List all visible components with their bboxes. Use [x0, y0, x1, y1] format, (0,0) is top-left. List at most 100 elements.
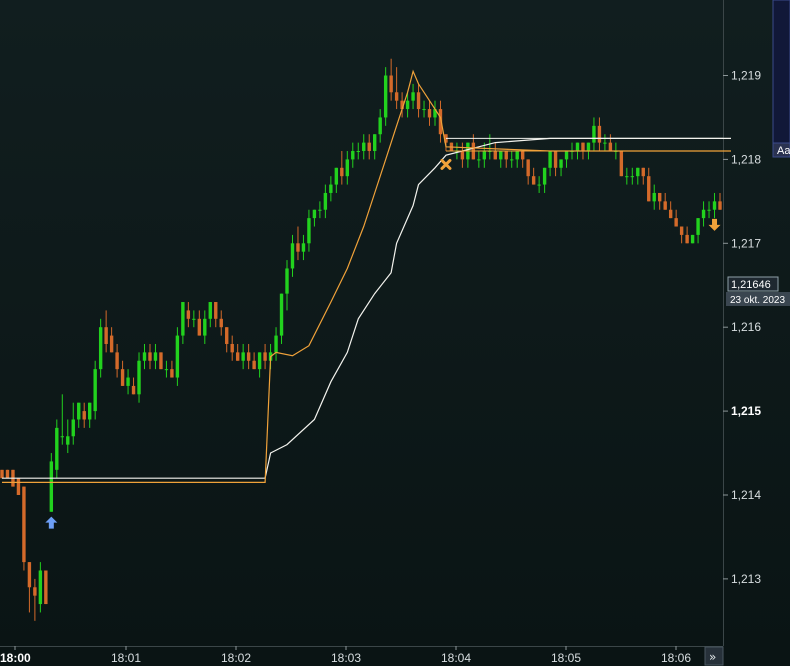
- candle-down: [186, 310, 191, 319]
- candle-up: [164, 369, 169, 371]
- candle-up: [603, 142, 607, 144]
- scroll-to-end-button[interactable]: »: [704, 646, 724, 666]
- candle-up: [98, 327, 103, 370]
- double-chevron-right-icon: »: [709, 650, 716, 664]
- candle-up: [383, 75, 388, 118]
- candle-down: [263, 352, 267, 361]
- candle-up: [49, 461, 54, 512]
- candle-up: [153, 352, 158, 361]
- x-tick-label: 18:04: [441, 651, 471, 665]
- candle-down: [679, 226, 684, 235]
- candle-up: [274, 335, 278, 353]
- candle-up: [312, 209, 317, 219]
- candle-up: [411, 92, 415, 101]
- candle-down: [367, 142, 371, 152]
- candle-up: [422, 109, 426, 111]
- candle-up: [592, 125, 596, 143]
- y-tick-label: 1,218: [731, 152, 761, 166]
- candle-up: [66, 436, 70, 445]
- candle-up: [257, 352, 262, 370]
- candle-down: [225, 327, 229, 344]
- x-tick-label: 18:06: [661, 651, 691, 665]
- candle-up: [334, 167, 339, 185]
- candle-down: [104, 327, 108, 344]
- chart-canvas[interactable]: 1,213 1,214 1,215 1,216 1,217 1,218 1,219 18:0…: [0, 0, 790, 666]
- side-panel-label: Aa: [777, 145, 790, 157]
- candle-up: [60, 436, 64, 438]
- y-tick-label: 1,219: [731, 69, 761, 83]
- candle-up: [499, 151, 503, 160]
- candle-up: [93, 369, 97, 412]
- candle-down: [33, 587, 37, 596]
- candle-down: [460, 151, 465, 160]
- candle-down: [416, 92, 421, 110]
- candle-up: [630, 176, 635, 178]
- candle-up: [203, 318, 207, 336]
- candle-down: [230, 343, 234, 353]
- candle-up: [345, 159, 349, 177]
- candle-up: [690, 234, 695, 244]
- candle-up: [707, 209, 711, 211]
- x-tick-label: 18:03: [331, 651, 361, 665]
- candle-up: [307, 218, 311, 244]
- candle-up: [362, 142, 366, 152]
- candle-up: [696, 218, 700, 235]
- candle-up: [38, 570, 43, 605]
- current-price-label: 1,21646: [731, 279, 771, 291]
- candle-down: [296, 243, 300, 252]
- candle-up: [586, 142, 591, 152]
- candle-down: [597, 125, 602, 143]
- candle-down: [504, 151, 508, 160]
- candle-down: [22, 486, 26, 563]
- candle-up: [701, 209, 706, 219]
- current-date-label: 23 okt. 2023: [730, 295, 785, 306]
- candle-down: [658, 192, 662, 202]
- candle-down: [493, 151, 497, 160]
- x-tick-label: 18:02: [221, 651, 251, 665]
- candle-down: [340, 167, 344, 177]
- candle-up: [208, 302, 212, 319]
- candle-up: [564, 151, 569, 160]
- candle-down: [5, 469, 10, 479]
- candle-up: [515, 151, 519, 160]
- candle-up: [351, 151, 355, 160]
- x-tick-label: 18:01: [111, 651, 141, 665]
- side-panel[interactable]: Aa: [772, 0, 790, 158]
- candle-down: [531, 176, 536, 185]
- candle-down: [668, 209, 673, 219]
- candle-up: [548, 151, 552, 168]
- candle-up: [71, 419, 75, 437]
- candle-down: [82, 411, 86, 420]
- candle-down: [647, 176, 651, 202]
- candle-up: [373, 134, 377, 152]
- x-tick-label: 18:00: [0, 651, 31, 665]
- candle-up: [175, 335, 180, 378]
- candle-down: [427, 109, 432, 118]
- candle-up: [77, 402, 81, 420]
- candle-up: [559, 159, 563, 168]
- candle-down: [27, 562, 32, 588]
- candle-up: [356, 151, 360, 153]
- candle-up: [537, 184, 541, 186]
- candle-down: [718, 201, 722, 210]
- candle-down: [581, 142, 585, 152]
- candle-down: [674, 218, 678, 227]
- candle-up: [301, 243, 306, 252]
- candle-down: [115, 352, 119, 370]
- side-panel-background: [772, 0, 790, 144]
- candle-up: [625, 176, 629, 178]
- candle-down: [394, 92, 399, 101]
- candle-up: [318, 209, 322, 211]
- candle-up: [87, 402, 92, 420]
- candle-up: [241, 352, 245, 361]
- candle-down: [246, 352, 251, 361]
- candle-down: [252, 360, 256, 370]
- candle-up: [55, 427, 59, 470]
- candle-up: [279, 293, 284, 336]
- candle-down: [685, 234, 689, 244]
- candle-up: [542, 167, 547, 185]
- candle-down: [131, 385, 136, 395]
- y-tick-label: 1,216: [731, 320, 761, 334]
- candle-up: [636, 167, 640, 177]
- candle-down: [214, 302, 218, 319]
